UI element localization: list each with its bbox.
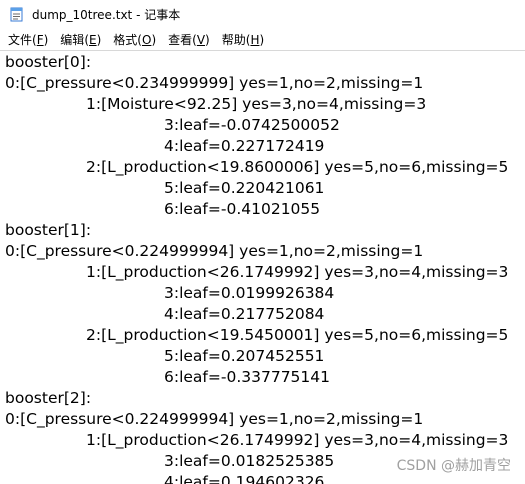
menu-item-2[interactable]: 格式(O) — [113, 31, 156, 48]
watermark: CSDN @赫加青空 — [396, 458, 511, 474]
menu-item-label: 帮助 — [221, 32, 246, 47]
text-line: 6:leaf=-0.337775141 — [164, 368, 331, 386]
menu-item-label: 编辑 — [60, 32, 85, 47]
text-line: 2:[L_production<19.8600006] yes=5,no=6,m… — [86, 158, 509, 176]
menu-item-accesskey: F — [36, 32, 44, 47]
text-editor[interactable]: booster[0]: 0:[C_pressure<0.234999999] ye… — [0, 50, 525, 484]
text-line: 6:leaf=-0.41021055 — [164, 200, 321, 218]
text-line: 3:leaf=0.0199926384 — [164, 284, 335, 302]
notepad-icon — [10, 7, 23, 22]
menu-item-accesskey: V — [196, 32, 206, 47]
menu-item-accesskey: E — [89, 32, 97, 47]
text-line: 3:leaf=-0.0742500052 — [164, 116, 340, 134]
text-line: booster[2]: — [5, 389, 92, 407]
text-line: 5:leaf=0.207452551 — [164, 347, 325, 365]
text-line: 4:leaf=0.217752084 — [164, 305, 325, 323]
text-line: 1:[L_production<26.1749992] yes=3,no=4,m… — [86, 263, 509, 281]
text-line: 0:[C_pressure<0.224999994] yes=1,no=2,mi… — [5, 410, 424, 428]
text-line: 3:leaf=0.0182525385 — [164, 452, 335, 470]
window-title: dump_10tree.txt - 记事本 — [32, 8, 181, 22]
text-line: 1:[Moisture<92.25] yes=3,no=4,missing=3 — [86, 95, 427, 113]
menu-item-accesskey: O — [141, 32, 152, 47]
title-bar[interactable]: dump_10tree.txt - 记事本 — [0, 0, 525, 29]
text-line: 1:[L_production<26.1749992] yes=3,no=4,m… — [86, 431, 509, 449]
menu-bar: 文件(F) 编辑(E) 格式(O) 查看(V) 帮助(H) — [0, 29, 525, 49]
menu-item-label: 查看 — [168, 32, 193, 47]
text-line: booster[1]: — [5, 221, 92, 239]
menu-item-1[interactable]: 编辑(E) — [60, 31, 101, 48]
text-line: 2:[L_production<19.5450001] yes=5,no=6,m… — [86, 326, 509, 344]
text-line: 4:leaf=0.194602326 — [164, 473, 325, 484]
text-line: booster[0]: — [5, 53, 92, 71]
menu-item-label: 格式 — [113, 32, 138, 47]
text-line: 4:leaf=0.227172419 — [164, 137, 325, 155]
text-line: 0:[C_pressure<0.224999994] yes=1,no=2,mi… — [5, 242, 424, 260]
menu-item-4[interactable]: 帮助(H) — [222, 31, 264, 48]
text-line: 5:leaf=0.220421061 — [164, 179, 325, 197]
menu-item-accesskey: H — [250, 32, 260, 47]
menu-item-0[interactable]: 文件(F) — [8, 31, 48, 48]
menu-item-label: 文件 — [8, 32, 33, 47]
text-line: 0:[C_pressure<0.234999999] yes=1,no=2,mi… — [5, 74, 424, 92]
menu-item-3[interactable]: 查看(V) — [168, 31, 210, 48]
